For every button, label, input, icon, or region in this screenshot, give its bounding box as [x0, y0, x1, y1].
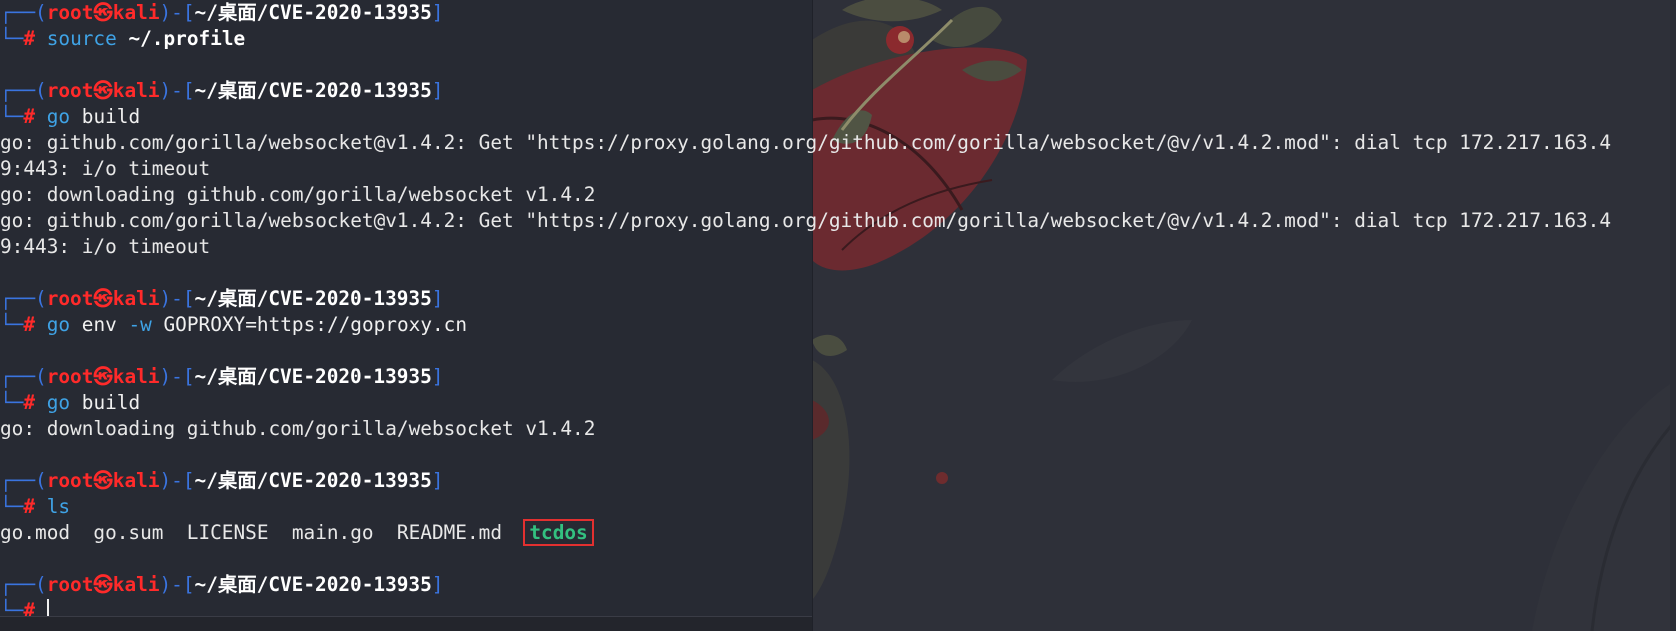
prompt-frame: ]: [431, 79, 444, 102]
command-arg: env: [70, 313, 117, 336]
prompt-line-6: ┌──(root㉿kali)-[~/桌面/CVE-2020-13935]: [0, 572, 1611, 598]
prompt-user: root: [46, 469, 94, 492]
command-flag: -w: [116, 313, 152, 336]
command-arg: ~/.profile: [116, 27, 246, 50]
prompt-host: kali: [112, 1, 160, 24]
prompt-path: ~/桌面/CVE-2020-13935: [194, 573, 432, 596]
command-name: go: [46, 313, 71, 336]
skull-icon: ㉿: [93, 79, 113, 102]
executable-file-tcdos[interactable]: tcdos: [523, 519, 594, 546]
command-name: ls: [46, 495, 71, 518]
terminal-output: ┌──(root㉿kali)-[~/桌面/CVE-2020-13935] └─# …: [0, 0, 1611, 624]
prompt-path: ~/桌面/CVE-2020-13935: [194, 79, 432, 102]
prompt-line-3: ┌──(root㉿kali)-[~/桌面/CVE-2020-13935]: [0, 286, 1611, 312]
prompt-hash: #: [23, 313, 36, 336]
prompt-line-2: ┌──(root㉿kali)-[~/桌面/CVE-2020-13935]: [0, 78, 1611, 104]
prompt-frame: )-[: [159, 365, 195, 388]
command-arg: build: [70, 391, 141, 414]
skull-icon: ㉿: [93, 1, 113, 24]
prompt-frame: ]: [431, 469, 444, 492]
prompt-path: ~/桌面/CVE-2020-13935: [194, 287, 432, 310]
prompt-hash: #: [23, 105, 36, 128]
command-name: go: [46, 105, 71, 128]
prompt-line-4: ┌──(root㉿kali)-[~/桌面/CVE-2020-13935]: [0, 364, 1611, 390]
command-line-2: └─# go build: [0, 104, 1611, 130]
prompt-user: root: [46, 573, 94, 596]
prompt-user: root: [46, 1, 94, 24]
command-line-3: └─# go env -w GOPROXY=https://goproxy.cn: [0, 312, 1611, 338]
skull-icon: ㉿: [93, 365, 113, 388]
skull-icon: ㉿: [93, 469, 113, 492]
prompt-frame: ┌──(: [0, 79, 47, 102]
prompt-host: kali: [112, 365, 160, 388]
output-line: go: downloading github.com/gorilla/webso…: [0, 183, 596, 206]
command-line-1: └─# source ~/.profile: [0, 26, 1611, 52]
prompt-hash: #: [23, 27, 36, 50]
prompt-frame: └─: [0, 495, 24, 518]
prompt-frame: ┌──(: [0, 1, 47, 24]
prompt-user: root: [46, 365, 94, 388]
command-line-4: └─# go build: [0, 390, 1611, 416]
prompt-frame: )-[: [159, 573, 195, 596]
prompt-host: kali: [112, 469, 160, 492]
prompt-line-1: ┌──(root㉿kali)-[~/桌面/CVE-2020-13935]: [0, 0, 1611, 26]
prompt-frame: )-[: [159, 1, 195, 24]
prompt-path: ~/桌面/CVE-2020-13935: [194, 469, 432, 492]
prompt-frame: )-[: [159, 469, 195, 492]
ls-file-list: go.mod go.sum LICENSE main.go README.md: [0, 521, 526, 544]
prompt-host: kali: [112, 79, 160, 102]
prompt-frame: └─: [0, 105, 24, 128]
command-name: source: [46, 27, 117, 50]
prompt-user: root: [46, 287, 94, 310]
prompt-path: ~/桌面/CVE-2020-13935: [194, 365, 432, 388]
prompt-host: kali: [112, 287, 160, 310]
prompt-frame: ┌──(: [0, 469, 47, 492]
prompt-frame: ┌──(: [0, 287, 47, 310]
command-arg: GOPROXY=https://goproxy.cn: [151, 313, 468, 336]
prompt-line-5: ┌──(root㉿kali)-[~/桌面/CVE-2020-13935]: [0, 468, 1611, 494]
output-line: 9:443: i/o timeout: [0, 157, 211, 180]
prompt-hash: #: [23, 391, 36, 414]
prompt-frame: )-[: [159, 79, 195, 102]
prompt-frame: ┌──(: [0, 573, 47, 596]
output-line: go: github.com/gorilla/websocket@v1.4.2:…: [0, 131, 1612, 154]
command-name: go: [46, 391, 71, 414]
desktop-screen: ┌──(root㉿kali)-[~/桌面/CVE-2020-13935] └─# …: [0, 0, 1676, 631]
skull-icon: ㉿: [93, 573, 113, 596]
command-arg: build: [70, 105, 141, 128]
ls-output-line: go.mod go.sum LICENSE main.go README.md …: [0, 519, 1611, 546]
skull-icon: ㉿: [93, 287, 113, 310]
prompt-frame: ]: [431, 573, 444, 596]
output-line: 9:443: i/o timeout: [0, 235, 211, 258]
prompt-frame: ]: [431, 1, 444, 24]
terminal-bottom-bar: [0, 616, 812, 631]
terminal-window[interactable]: ┌──(root㉿kali)-[~/桌面/CVE-2020-13935] └─# …: [0, 0, 1611, 631]
prompt-user: root: [46, 79, 94, 102]
prompt-frame: ┌──(: [0, 365, 47, 388]
prompt-host: kali: [112, 573, 160, 596]
prompt-hash: #: [23, 495, 36, 518]
prompt-frame: └─: [0, 27, 24, 50]
output-line: go: downloading github.com/gorilla/webso…: [0, 417, 596, 440]
prompt-frame: )-[: [159, 287, 195, 310]
prompt-frame: └─: [0, 391, 24, 414]
output-line: go: github.com/gorilla/websocket@v1.4.2:…: [0, 209, 1612, 232]
command-line-5: └─# ls: [0, 494, 1611, 520]
prompt-path: ~/桌面/CVE-2020-13935: [194, 1, 432, 24]
prompt-frame: └─: [0, 313, 24, 336]
prompt-frame: ]: [431, 365, 444, 388]
prompt-frame: ]: [431, 287, 444, 310]
